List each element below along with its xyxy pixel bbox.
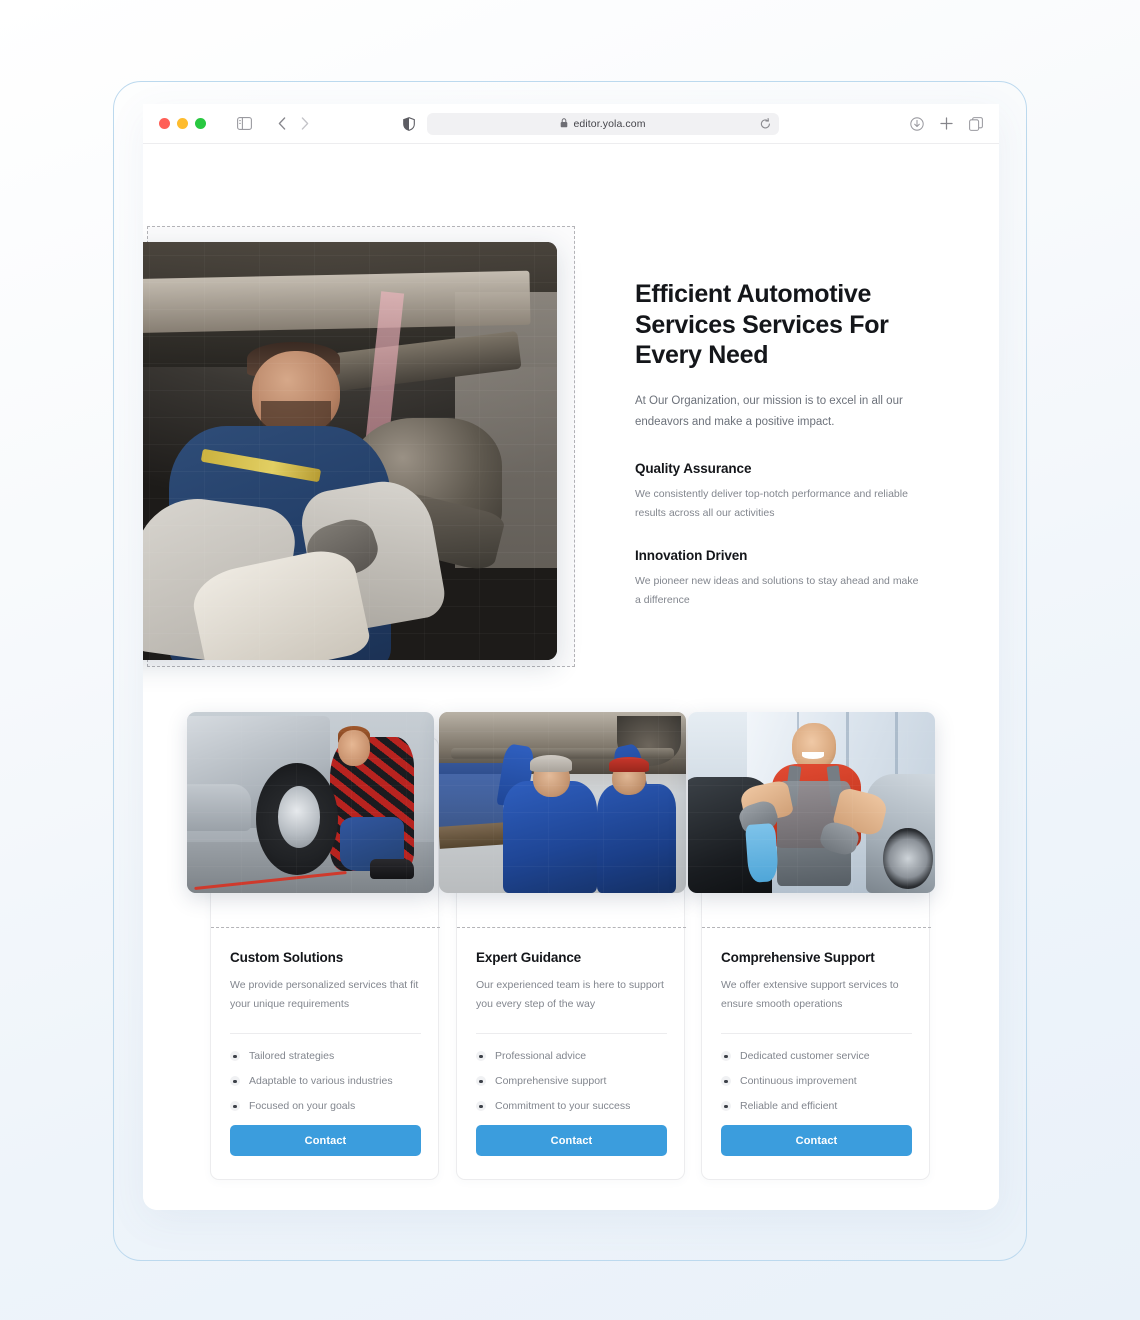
list-item: Professional advice	[476, 1050, 667, 1062]
bullet-dot-icon	[721, 1101, 731, 1112]
feature-title: Quality Assurance	[635, 461, 752, 477]
card-divider	[476, 1033, 667, 1035]
card-title: Custom Solutions	[230, 950, 344, 965]
address-bar-content: editor.yola.com	[560, 115, 645, 133]
bullet-dot-icon	[721, 1051, 731, 1062]
card-image[interactable]	[187, 712, 434, 893]
sidebar-toggle-icon[interactable]	[237, 117, 252, 130]
service-cards-section: Custom Solutions We provide personalized…	[143, 704, 999, 1204]
hero-title: Efficient Automotive Services Services F…	[635, 280, 889, 369]
chevron-left-icon[interactable]	[278, 117, 286, 130]
hero-section: Efficient Automotive Services Services F…	[143, 144, 999, 704]
card-feature-list: Tailored strategies Adaptable to various…	[230, 1050, 421, 1112]
card-description: We provide personalized services that fi…	[230, 979, 419, 1011]
url-text: editor.yola.com	[573, 117, 646, 130]
contact-button[interactable]: Contact	[476, 1125, 667, 1157]
service-card[interactable]: Comprehensive Support We offer extensive…	[688, 712, 935, 1180]
service-card[interactable]: Custom Solutions We provide personalized…	[187, 712, 440, 1180]
card-description: Our experienced team is here to support …	[476, 979, 664, 1011]
list-item: Focused on your goals	[230, 1100, 421, 1112]
hero-feature-innovation-driven: Innovation Driven We pioneer new ideas a…	[635, 548, 927, 611]
contact-button[interactable]: Contact	[230, 1125, 421, 1157]
hero-text-block: Efficient Automotive Services Services F…	[635, 279, 927, 611]
toolbar-right-actions	[910, 116, 983, 131]
hero-image-scene	[143, 242, 557, 660]
list-item: Commitment to your success	[476, 1100, 667, 1112]
list-item-label: Reliable and efficient	[740, 1100, 838, 1113]
card-feature-list: Dedicated customer service Continuous im…	[721, 1050, 912, 1112]
browser-window: editor.yola.com Efficient Automotive Ser…	[143, 104, 999, 1210]
plus-icon[interactable]	[940, 117, 953, 130]
reload-icon[interactable]	[760, 117, 771, 130]
page-canvas: Efficient Automotive Services Services F…	[143, 144, 999, 1210]
card-title: Expert Guidance	[476, 950, 582, 965]
bullet-dot-icon	[476, 1076, 486, 1087]
card-image-scene	[688, 712, 935, 893]
card-body: Comprehensive Support We offer extensive…	[702, 928, 931, 1157]
feature-title: Innovation Driven	[635, 547, 748, 563]
bullet-dot-icon	[230, 1101, 240, 1112]
card-image-scene	[187, 712, 434, 893]
list-item: Dedicated customer service	[721, 1050, 912, 1062]
address-bar[interactable]: editor.yola.com	[427, 112, 779, 135]
browser-toolbar: editor.yola.com	[143, 104, 999, 144]
minimize-window-button[interactable]	[177, 118, 188, 129]
window-controls	[159, 118, 206, 129]
list-item: Comprehensive support	[476, 1075, 667, 1087]
list-item-label: Dedicated customer service	[740, 1050, 870, 1063]
contact-button[interactable]: Contact	[721, 1125, 912, 1157]
list-item: Adaptable to various industries	[230, 1075, 421, 1087]
bullet-dot-icon	[230, 1076, 240, 1087]
list-item-label: Tailored strategies	[249, 1050, 335, 1063]
card-image-scene	[439, 712, 686, 893]
card-image[interactable]	[688, 712, 935, 893]
tab-overview-icon[interactable]	[969, 116, 983, 131]
list-item-label: Focused on your goals	[249, 1100, 356, 1113]
list-item-label: Adaptable to various industries	[249, 1075, 393, 1088]
card-divider	[230, 1033, 421, 1035]
download-icon[interactable]	[910, 116, 924, 131]
lock-icon	[560, 115, 568, 133]
bullet-dot-icon	[230, 1051, 240, 1062]
navigation-arrows	[278, 117, 309, 130]
card-body: Expert Guidance Our experienced team is …	[457, 928, 686, 1157]
bullet-dot-icon	[476, 1051, 486, 1062]
hero-feature-quality-assurance: Quality Assurance We consistently delive…	[635, 461, 927, 524]
bullet-dot-icon	[721, 1076, 731, 1087]
list-item-label: Professional advice	[495, 1050, 587, 1063]
list-item-label: Comprehensive support	[495, 1075, 607, 1088]
chevron-right-icon[interactable]	[301, 117, 309, 130]
hero-image[interactable]	[143, 242, 557, 660]
feature-body: We pioneer new ideas and solutions to st…	[635, 574, 919, 607]
list-item-label: Commitment to your success	[495, 1100, 631, 1113]
card-divider	[721, 1033, 912, 1035]
service-card[interactable]: Expert Guidance Our experienced team is …	[439, 712, 686, 1180]
card-description: We offer extensive support services to e…	[721, 979, 899, 1011]
close-window-button[interactable]	[159, 118, 170, 129]
list-item: Tailored strategies	[230, 1050, 421, 1062]
feature-body: We consistently deliver top-notch perfor…	[635, 488, 908, 520]
list-item: Continuous improvement	[721, 1075, 912, 1087]
card-image[interactable]	[439, 712, 686, 893]
shield-icon[interactable]	[403, 116, 415, 131]
bullet-dot-icon	[476, 1101, 486, 1112]
maximize-window-button[interactable]	[195, 118, 206, 129]
card-body: Custom Solutions We provide personalized…	[211, 928, 440, 1157]
card-title: Comprehensive Support	[721, 950, 875, 965]
list-item-label: Continuous improvement	[740, 1075, 857, 1088]
hero-subtitle: At Our Organization, our mission is to e…	[635, 394, 903, 428]
list-item: Reliable and efficient	[721, 1100, 912, 1112]
card-feature-list: Professional advice Comprehensive suppor…	[476, 1050, 667, 1112]
